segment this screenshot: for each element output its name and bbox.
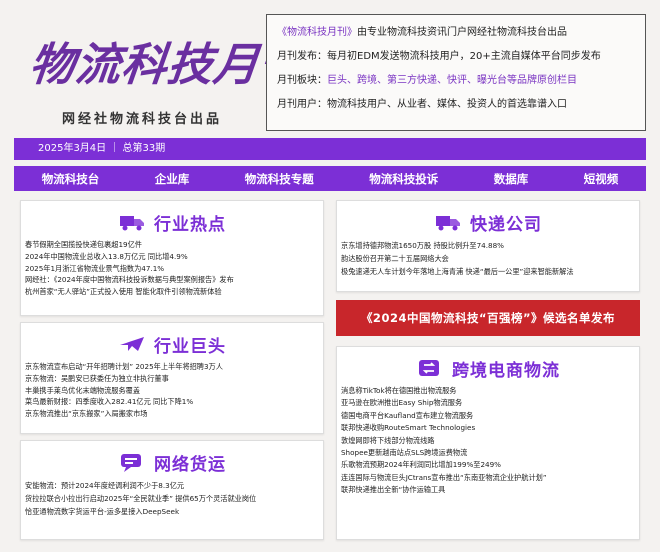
- news-list: 京东增持德邦物流1650万股 持股比例升至74.88% 韵达股份召开第二十五届网…: [337, 239, 639, 278]
- card-header: 行业巨头: [21, 327, 323, 361]
- card-network-freight: 网络货运 安能物流：预计2024年度经调利润不少于8.3亿元 货拉拉联合小拉出行…: [20, 440, 324, 540]
- info-text: 由专业物流科技资讯门户网经社物流科技台出品: [357, 27, 567, 38]
- card-industry-hot: 行业热点 春节假期全国揽投快递包裹超19亿件 2024年中国物流业总收入13.8…: [20, 200, 324, 316]
- news-item[interactable]: 货拉拉联合小拉出行启动2025年“全民就业季” 提供65万个灵活就业岗位: [25, 492, 319, 505]
- info-key: 《物流科技月刊》: [277, 27, 357, 38]
- nav-item-short-video[interactable]: 短视频: [584, 171, 619, 187]
- news-item[interactable]: Shopee更新越南站点SLS跨境运费物流: [341, 447, 635, 459]
- nav-item-complaints[interactable]: 物流科技投诉: [369, 171, 438, 187]
- ranking-banner[interactable]: 《2024中国物流科技“百强榜”》候选名单发布: [336, 300, 640, 336]
- news-item[interactable]: 京东物流宣布启动“开年招聘计划” 2025年上半年将招聘3万人: [25, 361, 319, 373]
- nav-item-special-topics[interactable]: 物流科技专题: [245, 171, 314, 187]
- news-item[interactable]: 联邦快递收购RouteSmart Technologies: [341, 422, 635, 434]
- card-header: 快递公司: [337, 205, 639, 239]
- logo-subtitle: 网经社物流科技台出品: [62, 112, 223, 127]
- chat-bubble-icon: [118, 451, 146, 473]
- shuffle-icon: [416, 357, 444, 379]
- news-item[interactable]: 菜鸟最新财报：四季度收入282.41亿元 同比下降1%: [25, 396, 319, 408]
- card-title: 快递公司: [470, 214, 542, 235]
- card-title: 网络货运: [154, 454, 226, 475]
- card-title: 行业巨头: [154, 336, 226, 357]
- info-box: 《物流科技月刊》由专业物流科技资讯门户网经社物流科技台出品 月刊发布：每月初ED…: [266, 14, 646, 131]
- masthead: 物流科技月刊 网经社物流科技台出品 《物流科技月刊》由专业物流科技资讯门户网经社…: [0, 0, 660, 137]
- news-item[interactable]: 京东物流：吴鹏安已获委任为独立非执行董事: [25, 373, 319, 385]
- nav-item-company-db[interactable]: 企业库: [155, 171, 190, 187]
- info-key: 月刊用户：: [277, 99, 327, 110]
- info-text[interactable]: 巨头、跨境、第三方快递、快评、曝光台等品牌原创栏目: [327, 75, 577, 86]
- card-express-companies: 快递公司 京东增持德邦物流1650万股 持股比例升至74.88% 韵达股份召开第…: [336, 200, 640, 292]
- card-header: 跨境电商物流: [337, 351, 639, 385]
- info-key: 月刊板块：: [277, 75, 327, 86]
- news-item[interactable]: 亚马逊在欧洲推出Easy Ship物流服务: [341, 397, 635, 409]
- news-item[interactable]: 2024年中国物流业总收入13.8万亿元 同比增4.9%: [25, 251, 319, 263]
- truck-icon: [118, 211, 146, 233]
- plane-icon: [118, 333, 146, 355]
- news-item[interactable]: 2025年1月浙江省物流业景气指数为47.1%: [25, 263, 319, 275]
- news-item[interactable]: 网经社：《2024年度中国物流科技投诉数据与典型案例报告》发布: [25, 274, 319, 286]
- issue-date-bar: 2025年3月4日 ｜ 总第33期: [14, 138, 646, 160]
- info-line-users: 月刊用户：物流科技用户、从业者、媒体、投资人的首选靠谱入口: [277, 93, 635, 117]
- truck-icon: [434, 211, 462, 233]
- news-item[interactable]: 恰亚通物流数字货运平台-运多星接入DeepSeek: [25, 505, 319, 518]
- card-title: 行业热点: [154, 214, 226, 235]
- news-item[interactable]: 乐歌物流预期2024年利润同比增加199%至249%: [341, 459, 635, 471]
- info-text: 物流科技用户、从业者、媒体、投资人的首选靠谱入口: [327, 99, 567, 110]
- card-title: 跨境电商物流: [452, 360, 560, 381]
- info-line-publish: 月刊发布：每月初EDM发送物流科技用户，20+主流自媒体平台同步发布: [277, 45, 635, 69]
- card-cross-border-logistics: 跨境电商物流 消息称TikTok将在德国推出物流服务 亚马逊在欧洲推出Easy …: [336, 346, 640, 540]
- news-list: 消息称TikTok将在德国推出物流服务 亚马逊在欧洲推出Easy Ship物流服…: [337, 385, 639, 497]
- info-line-sections: 月刊板块：巨头、跨境、第三方快递、快评、曝光台等品牌原创栏目: [277, 69, 635, 93]
- news-item[interactable]: 春节假期全国揽投快递包裹超19亿件: [25, 239, 319, 251]
- nav-item-database[interactable]: 数据库: [494, 171, 529, 187]
- news-item[interactable]: 京东物流推出“京东搬家”入局搬家市场: [25, 408, 319, 420]
- news-item[interactable]: 敦煌网即将下线部分物流线路: [341, 435, 635, 447]
- news-item[interactable]: 连连国际与物流巨头JCtrans宣布推出“东南亚物流企业护航计划”: [341, 472, 635, 484]
- news-list: 安能物流：预计2024年度经调利润不少于8.3亿元 货拉拉联合小拉出行启动202…: [21, 479, 323, 518]
- info-text: 每月初EDM发送物流科技用户，20+主流自媒体平台同步发布: [327, 51, 601, 62]
- nav-item-logistics-tech[interactable]: 物流科技台: [42, 171, 100, 187]
- card-industry-giants: 行业巨头 京东物流宣布启动“开年招聘计划” 2025年上半年将招聘3万人 京东物…: [20, 322, 324, 434]
- news-item[interactable]: 安能物流：预计2024年度经调利润不少于8.3亿元: [25, 479, 319, 492]
- news-item[interactable]: 消息称TikTok将在德国推出物流服务: [341, 385, 635, 397]
- card-header: 行业热点: [21, 205, 323, 239]
- news-item[interactable]: 德国电商平台Kaufland宣布建立物流服务: [341, 410, 635, 422]
- news-item[interactable]: 韵达股份召开第二十五届网络大会: [341, 252, 635, 265]
- news-item[interactable]: 丰巢携手莱鸟优化末端物流服务覆盖: [25, 385, 319, 397]
- news-item[interactable]: 极兔速递无人车计划今年落地上海青浦 快递“最后一公里”迎来智能新解法: [341, 265, 635, 278]
- news-list: 春节假期全国揽投快递包裹超19亿件 2024年中国物流业总收入13.8万亿元 同…: [21, 239, 323, 298]
- card-header: 网络货运: [21, 445, 323, 479]
- news-item[interactable]: 联邦快递推出全新“协作运输工具: [341, 484, 635, 496]
- info-key: 月刊发布：: [277, 51, 327, 62]
- news-list: 京东物流宣布启动“开年招聘计划” 2025年上半年将招聘3万人 京东物流：吴鹏安…: [21, 361, 323, 420]
- news-item[interactable]: 杭州首家“无人驿站”正式投入使用 智能化取件引领物流新体验: [25, 286, 319, 298]
- main-nav: 物流科技台 企业库 物流科技专题 物流科技投诉 数据库 短视频: [14, 166, 646, 191]
- news-item[interactable]: 京东增持德邦物流1650万股 持股比例升至74.88%: [341, 239, 635, 252]
- info-line-intro: 《物流科技月刊》由专业物流科技资讯门户网经社物流科技台出品: [277, 21, 635, 45]
